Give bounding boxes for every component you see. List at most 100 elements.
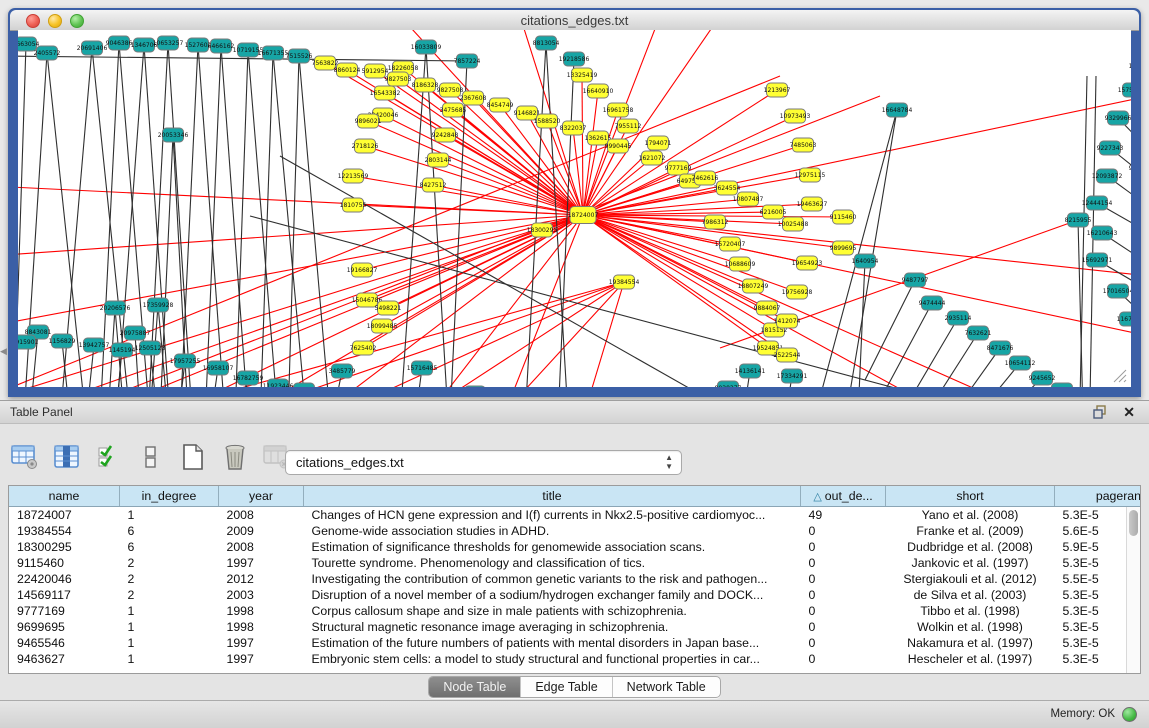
graph-edge[interactable] (280, 156, 710, 387)
graph-node[interactable]: 9899695 (830, 241, 857, 255)
scrollbar-thumb[interactable] (1129, 510, 1138, 536)
column-header-name[interactable]: name (9, 486, 120, 507)
graph-node[interactable]: 9115460 (830, 210, 857, 224)
graph-node[interactable]: 12093872 (1092, 169, 1123, 183)
graph-node[interactable]: 9046386 (106, 36, 133, 50)
graph-edge[interactable] (173, 135, 188, 387)
graph-node[interactable]: 18099485 (367, 319, 398, 333)
graph-node[interactable]: 10654112 (1005, 356, 1036, 370)
graph-node[interactable]: 6216005 (760, 205, 787, 219)
graph-node[interactable]: 9884067 (754, 301, 781, 315)
graph-node[interactable]: 1588520 (534, 114, 561, 128)
table-row[interactable]: 1938455462009Genome-wide association stu… (9, 523, 1141, 539)
row-height-toggle-button[interactable] (136, 442, 166, 472)
table-row[interactable]: 911546021997Tourette syndrome. Phenomeno… (9, 555, 1141, 571)
graph-edge[interactable] (235, 50, 248, 387)
resize-grip-icon[interactable] (1114, 370, 1126, 382)
graph-node[interactable]: 9612004 (1049, 383, 1076, 387)
column-header-in_degree[interactable]: in_degree (120, 486, 219, 507)
table-row[interactable]: 1872400712008Changes of HCN gene express… (9, 507, 1141, 524)
graph-node[interactable]: 3624554 (714, 181, 741, 195)
graph-node[interactable]: 8860124 (334, 63, 361, 77)
graph-node[interactable]: 10807487 (733, 192, 764, 206)
graph-node[interactable]: 7462616 (692, 171, 719, 185)
graph-node[interactable]: 19654923 (792, 256, 823, 270)
graph-node[interactable]: 19756928 (782, 285, 813, 299)
graph-node[interactable]: 8186328 (412, 78, 439, 92)
close-panel-icon[interactable]: ✕ (1123, 404, 1135, 421)
graph-node[interactable]: 9487797 (902, 273, 929, 287)
select-columns-check-button[interactable] (94, 442, 124, 472)
graph-edge[interactable] (168, 43, 192, 387)
collapse-panel-arrow-icon[interactable]: ◀ (0, 346, 7, 357)
graph-edge[interactable] (288, 56, 299, 387)
graph-edge[interactable] (221, 46, 248, 387)
tab-node-table[interactable]: Node Table (429, 677, 521, 697)
network-canvas[interactable]: 1663054240557220691406904638613467061065… (18, 30, 1131, 387)
graph-node[interactable]: 1412074 (774, 314, 801, 328)
graph-edge[interactable] (546, 43, 568, 387)
graph-node[interactable]: 19463627 (797, 197, 828, 211)
graph-node[interactable]: 8322037 (560, 121, 587, 135)
tab-edge-table[interactable]: Edge Table (521, 677, 612, 697)
graph-node[interactable]: 19166827 (347, 263, 378, 277)
graph-node[interactable]: 1167531 (1117, 312, 1131, 326)
graph-node[interactable]: 1810755 (340, 198, 367, 212)
window-titlebar[interactable]: citations_edges.txt (10, 10, 1139, 31)
graph-edge[interactable] (583, 110, 618, 215)
graph-edge[interactable] (299, 56, 330, 387)
graph-node[interactable]: 6466162 (208, 39, 235, 53)
graph-node[interactable]: 20691406 (77, 41, 108, 55)
graph-edge[interactable] (400, 47, 426, 387)
graph-node[interactable]: 9245652 (1029, 371, 1056, 385)
graph-node[interactable]: 7955112 (615, 119, 642, 133)
graph-node[interactable]: 17016504 (1103, 284, 1131, 298)
graph-node[interactable]: 1156829 (49, 334, 76, 348)
graph-edge[interactable] (582, 75, 583, 215)
graph-node[interactable]: 9329966 (1105, 111, 1131, 125)
graph-node[interactable]: 8427512 (420, 178, 447, 192)
graph-node[interactable]: 17359928 (143, 298, 174, 312)
graph-node[interactable]: 8471676 (987, 341, 1014, 355)
table-row[interactable]: 977716911998Corpus callosum shape and si… (9, 603, 1141, 619)
graph-node[interactable]: 20975887 (120, 326, 151, 340)
graph-node[interactable]: 16640910 (583, 84, 614, 98)
graph-node[interactable]: 1213967 (764, 83, 791, 97)
memory-ok-indicator-icon[interactable] (1122, 707, 1137, 722)
graph-node[interactable]: 18724007 (568, 207, 599, 224)
graph-node[interactable]: 16210643 (1087, 226, 1118, 240)
delete-trash-button[interactable] (220, 442, 250, 472)
graph-node[interactable]: 17957255 (170, 354, 201, 368)
graph-node[interactable]: 7857224 (454, 54, 481, 68)
graph-node[interactable]: 9474444 (919, 296, 946, 310)
tab-network-table[interactable]: Network Table (613, 677, 720, 697)
graph-node[interactable]: 3485779 (329, 364, 356, 378)
graph-node[interactable]: 9896021 (355, 114, 382, 128)
graph-node[interactable]: 10688609 (725, 257, 756, 271)
graph-node[interactable]: 15751074 (1118, 83, 1131, 97)
graph-node[interactable]: 17334291 (777, 369, 808, 383)
graph-node[interactable]: 2718126 (352, 139, 379, 153)
graph-edge[interactable] (198, 45, 225, 387)
graph-node[interactable]: 1621072 (639, 151, 666, 165)
graph-node[interactable]: 2522544 (774, 348, 801, 362)
graph-edge[interactable] (580, 282, 624, 387)
graph-node[interactable]: 13325419 (567, 68, 598, 82)
graph-node[interactable]: 2367608 (460, 91, 487, 105)
graph-node[interactable]: 8215955 (1065, 213, 1092, 227)
graph-node[interactable]: 12444154 (1082, 196, 1113, 210)
table-row[interactable]: 2242004622012Investigating the contribut… (9, 571, 1141, 587)
graph-node[interactable]: 2935114 (945, 311, 972, 325)
graph-node[interactable]: 19218586 (559, 52, 590, 66)
graph-node[interactable]: 2405572 (34, 46, 61, 60)
graph-node[interactable]: 10025488 (778, 217, 809, 231)
graph-node[interactable]: 9242848 (432, 128, 459, 142)
graph-node[interactable]: 15318455 (289, 383, 320, 387)
table-row[interactable]: 969969511998Structural magnetic resonanc… (9, 619, 1141, 635)
graph-node[interactable]: 1640954 (852, 254, 879, 268)
graph-node[interactable]: 8454749 (487, 98, 514, 112)
graph-edge[interactable] (865, 280, 915, 380)
graph-node[interactable]: 7986312 (702, 215, 729, 229)
table-row[interactable]: 946362711997Embryonic stem cells: a mode… (9, 651, 1141, 667)
column-chooser-button[interactable] (52, 442, 82, 472)
